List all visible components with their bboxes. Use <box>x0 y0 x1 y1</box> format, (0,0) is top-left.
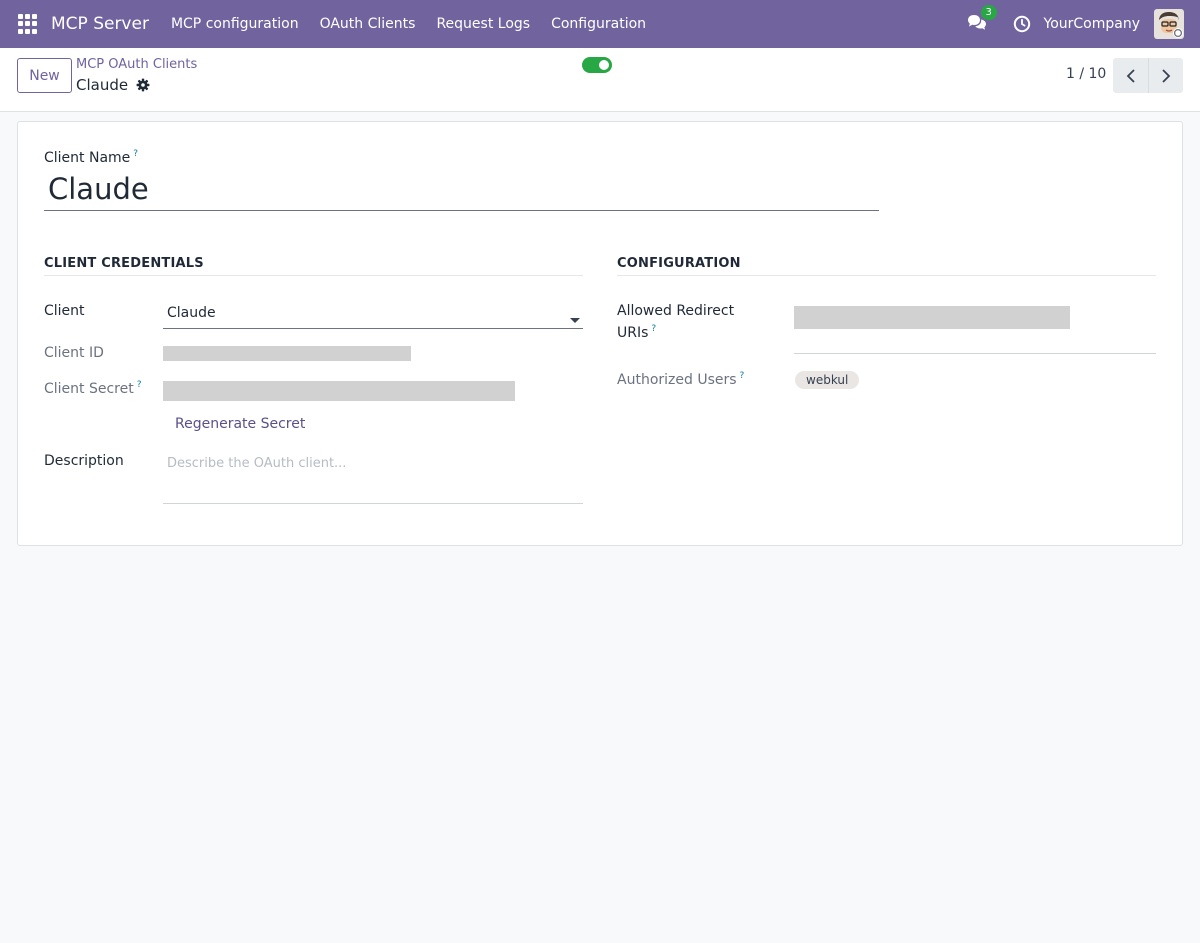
help-tooltip-icon[interactable]: ? <box>651 324 656 334</box>
authorized-users-label: Authorized Users? <box>617 371 745 388</box>
section-title-configuration: CONFIGURATION <box>617 256 741 271</box>
help-tooltip-icon[interactable]: ? <box>137 380 142 390</box>
breadcrumb-current-label: Claude <box>76 76 129 94</box>
pager-previous-button[interactable] <box>1113 58 1148 93</box>
help-tooltip-icon[interactable]: ? <box>133 149 138 159</box>
menu-request-logs[interactable]: Request Logs <box>436 16 530 32</box>
form-sheet: Client Name? Claude CLIENT CREDENTIALS C… <box>17 121 1183 546</box>
gear-icon[interactable] <box>136 78 150 92</box>
new-button[interactable]: New <box>17 58 72 93</box>
client-name-input[interactable]: Claude <box>48 172 149 206</box>
app-title[interactable]: MCP Server <box>51 14 149 34</box>
messages-button[interactable]: 3 <box>967 5 997 34</box>
client-secret-label: Client Secret? <box>44 380 142 397</box>
user-tag[interactable]: webkul <box>795 371 860 389</box>
control-panel: New MCP OAuth Clients Claude 1 / 10 <box>0 48 1200 112</box>
apps-grid-icon[interactable] <box>18 14 38 34</box>
client-name-label-text: Client Name <box>44 150 131 166</box>
top-navbar: MCP Server MCP configuration OAuth Clien… <box>0 0 1200 48</box>
help-tooltip-icon[interactable]: ? <box>740 371 745 381</box>
redirect-uris-label-text: URIs <box>617 325 649 341</box>
activity-clock-icon[interactable] <box>1013 15 1031 33</box>
client-select[interactable]: Claude <box>167 305 216 321</box>
client-id-label: Client ID <box>44 345 104 361</box>
client-label: Client <box>44 303 85 319</box>
description-label: Description <box>44 453 124 469</box>
client-secret-value-redacted <box>163 381 515 401</box>
section-title-credentials: CLIENT CREDENTIALS <box>44 256 204 271</box>
breadcrumb-current: Claude <box>76 76 150 94</box>
redirect-uris-value-redacted[interactable] <box>794 306 1070 329</box>
client-id-value-redacted <box>163 346 411 361</box>
regenerate-secret-button[interactable]: Regenerate Secret <box>175 416 305 432</box>
client-name-underline <box>44 210 879 211</box>
pager-value[interactable]: 1 / 10 <box>1066 66 1106 82</box>
chat-count-badge: 3 <box>980 5 997 20</box>
description-underline <box>163 503 583 504</box>
client-secret-label-text: Client Secret <box>44 381 134 397</box>
description-input[interactable]: Describe the OAuth client... <box>167 456 346 471</box>
menu-oauth-clients[interactable]: OAuth Clients <box>320 16 416 32</box>
redirect-uris-underline <box>794 353 1156 354</box>
section-divider <box>44 275 583 276</box>
chevron-right-icon <box>1162 68 1171 83</box>
chevron-left-icon <box>1126 68 1135 83</box>
redirect-uris-label-line2: URIs? <box>617 324 656 341</box>
client-name-label: Client Name? <box>44 149 138 166</box>
authorized-users-label-text: Authorized Users <box>617 372 737 388</box>
menu-configuration[interactable]: Configuration <box>551 16 646 32</box>
client-select-underline <box>163 328 583 329</box>
company-switcher[interactable]: YourCompany <box>1044 16 1141 32</box>
redirect-uris-label-line1: Allowed Redirect <box>617 303 735 319</box>
active-toggle[interactable] <box>582 57 612 73</box>
menu-mcp-configuration[interactable]: MCP configuration <box>171 16 299 32</box>
section-divider <box>617 275 1156 276</box>
user-avatar[interactable] <box>1154 9 1184 39</box>
pager-next-button[interactable] <box>1148 58 1183 93</box>
breadcrumb-parent[interactable]: MCP OAuth Clients <box>76 57 197 72</box>
caret-down-icon[interactable] <box>570 312 580 328</box>
